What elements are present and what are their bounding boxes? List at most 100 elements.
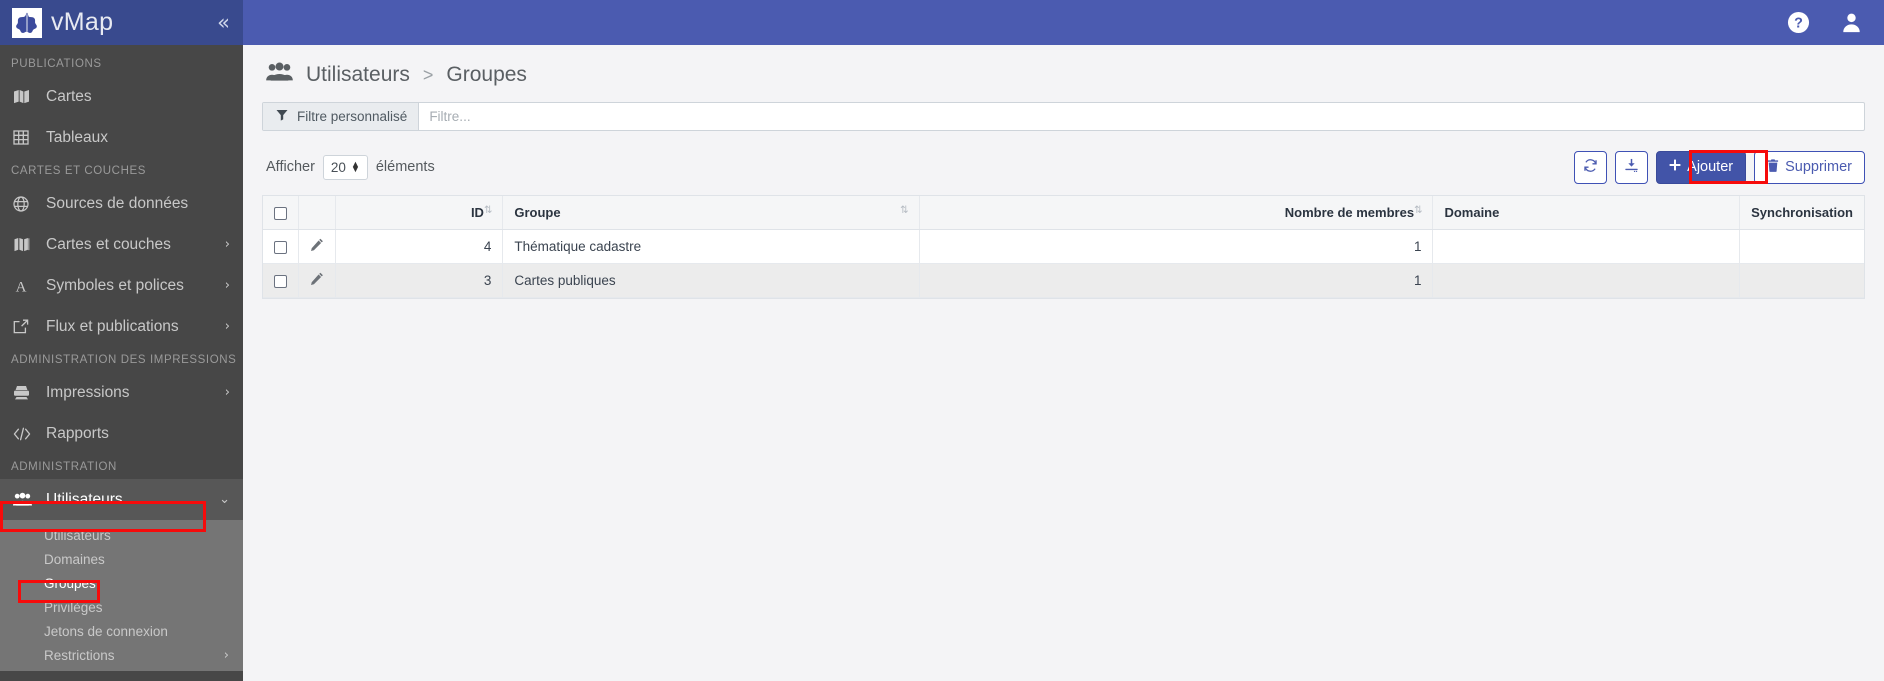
svg-text:?: ? xyxy=(1794,16,1803,32)
custom-filter-label: Filtre personnalisé xyxy=(297,109,408,124)
edit-pencil-icon[interactable] xyxy=(310,272,324,286)
column-header-domaine[interactable]: Domaine xyxy=(1432,196,1741,231)
nav-section-publications: PUBLICATIONS xyxy=(11,58,102,70)
chevron-right-icon: › xyxy=(223,647,229,663)
sidebar-item-sources-de-donnees[interactable]: Sources de données xyxy=(0,183,243,224)
cell-groupe: Thématique cadastre xyxy=(502,229,920,265)
breadcrumb-parent[interactable]: Utilisateurs xyxy=(306,63,410,87)
cell-domaine xyxy=(1432,263,1741,299)
show-entries-control: Afficher 20 ▲ ▼ éléments xyxy=(262,154,435,180)
breadcrumb: Utilisateurs > Groupes xyxy=(262,45,1865,102)
download-export-icon xyxy=(1624,158,1639,177)
chevron-down-icon[interactable]: ⌄ xyxy=(219,493,230,506)
sidebar-item-symboles-et-polices[interactable]: A Symboles et polices › xyxy=(0,265,243,306)
column-label: ID xyxy=(470,205,484,221)
column-header-nombre-de-membres[interactable]: Nombre de membres ⇅ xyxy=(919,196,1434,231)
sidebar-subitem-utilisateurs[interactable]: Utilisateurs xyxy=(0,523,243,547)
layers-map-icon xyxy=(13,237,39,252)
sidebar-nav: PUBLICATIONS Cartes Tableaux CARTES ET C… xyxy=(0,45,243,681)
sidebar-subitem-restrictions[interactable]: Restrictions › xyxy=(0,643,243,667)
sidebar-item-rapports[interactable]: Rapports xyxy=(0,413,243,454)
filter-input[interactable] xyxy=(419,103,1864,130)
sidebar-subitem-label: Jetons de connexion xyxy=(44,623,168,639)
sort-icon[interactable]: ⇅ xyxy=(1414,205,1422,216)
sidebar-item-cartes[interactable]: Cartes xyxy=(0,76,243,117)
plus-icon xyxy=(1669,159,1681,175)
table-toolbar: Afficher 20 ▲ ▼ éléments Ajouter Supprim… xyxy=(262,150,1865,184)
font-letter-a-icon: A xyxy=(13,278,39,294)
groups-table-wrapper: ID ⇅ Groupe ⇅ Nombre de membres ⇅ Domain… xyxy=(262,195,1865,300)
users-group-icon xyxy=(266,62,293,88)
chevron-right-icon: › xyxy=(224,278,230,293)
sidebar-item-label: Flux et publications xyxy=(46,317,179,335)
add-button[interactable]: Ajouter xyxy=(1656,150,1747,184)
sidebar-subitem-label: Restrictions xyxy=(44,647,115,663)
external-link-icon xyxy=(13,319,39,334)
refresh-button[interactable] xyxy=(1574,150,1608,184)
collapse-sidebar-icon[interactable]: « xyxy=(217,12,230,33)
custom-filter-button[interactable]: Filtre personnalisé xyxy=(263,103,420,130)
breadcrumb-separator: > xyxy=(422,64,434,85)
sidebar-item-utilisateurs[interactable]: Utilisateurs ⌄ xyxy=(0,479,243,520)
column-header-synchronisation[interactable]: Synchronisation xyxy=(1739,196,1864,231)
sidebar-item-flux-et-publications[interactable]: Flux et publications › xyxy=(0,306,243,347)
column-header-groupe[interactable]: Groupe ⇅ xyxy=(502,196,920,231)
row-edit-cell xyxy=(298,229,336,265)
show-entries-suffix: éléments xyxy=(375,159,435,175)
cell-nombre-de-membres: 1 xyxy=(919,229,1434,265)
nav-section-administration: ADMINISTRATION xyxy=(11,461,117,473)
edit-pencil-icon[interactable] xyxy=(310,238,324,252)
funnel-filter-icon xyxy=(276,109,288,124)
chevron-right-icon: › xyxy=(224,385,230,400)
table-body: 4 Thématique cadastre 1 3 Cartes publiqu… xyxy=(263,229,1864,299)
delete-button[interactable]: Supprimer xyxy=(1754,150,1865,184)
user-account-icon[interactable] xyxy=(1840,11,1863,34)
page-size-select[interactable]: 20 ▲ ▼ xyxy=(322,154,368,180)
table-header-row: ID ⇅ Groupe ⇅ Nombre de membres ⇅ Domain… xyxy=(263,196,1864,231)
column-label: Groupe xyxy=(514,205,561,221)
help-circle-icon[interactable]: ? xyxy=(1787,11,1810,34)
row-checkbox[interactable] xyxy=(274,241,287,254)
table-head: ID ⇅ Groupe ⇅ Nombre de membres ⇅ Domain… xyxy=(263,196,1864,231)
select-all-header xyxy=(263,196,299,231)
application-window: vMap « PUBLICATIONS Cartes Tableaux CART… xyxy=(0,0,1884,681)
cell-id: 4 xyxy=(335,229,504,265)
sidebar-item-cartes-et-couches[interactable]: Cartes et couches › xyxy=(0,224,243,265)
sidebar-subitem-privileges[interactable]: Privilèges xyxy=(0,595,243,619)
sidebar-item-impressions[interactable]: Impressions › xyxy=(0,372,243,413)
sidebar-subitem-label: Domaines xyxy=(44,551,105,567)
export-button[interactable] xyxy=(1615,150,1649,184)
users-group-icon xyxy=(13,492,39,507)
table-row[interactable]: 3 Cartes publiques 1 xyxy=(263,263,1864,299)
row-checkbox[interactable] xyxy=(274,275,287,288)
cell-synchronisation xyxy=(1739,263,1864,299)
cell-nombre-de-membres: 1 xyxy=(919,263,1434,299)
sort-icon[interactable]: ⇅ xyxy=(484,205,492,216)
sidebar: vMap « PUBLICATIONS Cartes Tableaux CART… xyxy=(0,0,243,681)
groups-table: ID ⇅ Groupe ⇅ Nombre de membres ⇅ Domain… xyxy=(263,196,1864,299)
sidebar-subitem-jetons-de-connexion[interactable]: Jetons de connexion xyxy=(0,619,243,643)
column-label: Synchronisation xyxy=(1751,205,1853,221)
sidebar-subitem-label: Privilèges xyxy=(44,599,103,615)
sidebar-subitem-domaines[interactable]: Domaines xyxy=(0,547,243,571)
sidebar-item-label: Sources de données xyxy=(46,194,189,212)
svg-text:A: A xyxy=(16,279,27,294)
sidebar-item-label: Utilisateurs xyxy=(46,490,123,508)
content-area: Utilisateurs > Groupes Filtre personnali… xyxy=(243,45,1884,681)
main-area: ? Utilisateurs > Groupes Filtre personna… xyxy=(243,0,1884,681)
sort-icon[interactable]: ⇅ xyxy=(900,205,908,216)
sidebar-subitem-label: Utilisateurs xyxy=(44,527,111,543)
map-icon xyxy=(13,89,39,104)
select-all-checkbox[interactable] xyxy=(274,207,287,221)
sidebar-subitem-groupes[interactable]: Groupes xyxy=(0,571,243,595)
row-edit-cell xyxy=(298,263,336,299)
code-brackets-icon xyxy=(13,427,39,441)
row-select-cell xyxy=(263,263,299,299)
sidebar-item-label: Tableaux xyxy=(46,128,109,146)
table-row[interactable]: 4 Thématique cadastre 1 xyxy=(263,229,1864,265)
refresh-icon xyxy=(1583,158,1598,177)
column-label: Nombre de membres xyxy=(1284,205,1415,221)
cell-domaine xyxy=(1432,229,1741,265)
sidebar-item-tableaux[interactable]: Tableaux xyxy=(0,117,243,158)
column-header-id[interactable]: ID ⇅ xyxy=(335,196,504,231)
